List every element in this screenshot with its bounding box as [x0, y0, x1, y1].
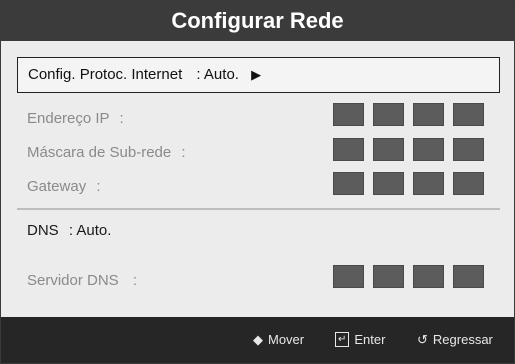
subnet-mask-row: Máscara de Sub-rede : — [27, 144, 186, 161]
dns-server-separator: : — [132, 272, 138, 289]
ip-address-field — [333, 103, 484, 126]
section-divider — [17, 208, 500, 210]
ip-address-separator: : — [119, 110, 124, 127]
subnet-mask-label: Máscara de Sub-rede — [27, 144, 172, 161]
button-guide-bar: ◆ Mover ↵ Enter ↺ Regressar — [1, 317, 514, 363]
dns-setting-label: DNS — [27, 222, 59, 239]
subnet-mask-separator: : — [181, 144, 186, 161]
ip-address-label: Endereço IP — [27, 110, 110, 127]
dns-server-octet-4 — [453, 265, 484, 288]
up-down-arrows-icon: ◆ — [253, 332, 263, 347]
dns-server-octet-2 — [373, 265, 404, 288]
gateway-field — [333, 172, 484, 195]
return-icon: ↺ — [417, 332, 428, 347]
ip-address-octet-2 — [373, 103, 404, 126]
gateway-octet-4 — [453, 172, 484, 195]
gateway-separator: : — [96, 178, 101, 195]
subnet-mask-octet-2 — [373, 138, 404, 161]
ip-address-octet-3 — [413, 103, 444, 126]
ip-address-octet-1 — [333, 103, 364, 126]
subnet-mask-octet-3 — [413, 138, 444, 161]
dialog-title: Configurar Rede — [1, 1, 514, 41]
return-hint-label: Regressar — [432, 332, 493, 347]
gateway-octet-1 — [333, 172, 364, 195]
enter-icon: ↵ — [335, 332, 350, 347]
dns-server-octet-1 — [333, 265, 364, 288]
dns-server-field — [333, 265, 484, 288]
gateway-octet-3 — [413, 172, 444, 195]
protocol-setting-text: Config. Protoc. Internet : Auto. ▶ — [28, 66, 261, 83]
dns-setting-row[interactable]: DNS : Auto. — [27, 222, 111, 239]
subnet-mask-octet-4 — [453, 138, 484, 161]
gateway-row: Gateway : — [27, 178, 101, 195]
enter-hint-label: Enter — [354, 332, 386, 347]
subnet-mask-octet-1 — [333, 138, 364, 161]
dns-server-row: Servidor DNS : — [27, 272, 137, 289]
settings-panel: Config. Protoc. Internet : Auto. ▶ Ender… — [1, 41, 514, 317]
move-hint-label: Mover — [268, 332, 305, 347]
gateway-octet-2 — [373, 172, 404, 195]
dns-server-label: Servidor DNS — [27, 272, 119, 289]
ip-address-row: Endereço IP : — [27, 110, 124, 127]
ip-address-octet-4 — [453, 103, 484, 126]
protocol-setting-value: : Auto. — [196, 66, 239, 83]
return-hint: ↺ Regressar — [417, 332, 493, 347]
dns-setting-value: : Auto. — [68, 222, 112, 239]
network-settings-dialog: Configurar Rede Config. Protoc. Internet… — [0, 0, 515, 364]
gateway-label: Gateway — [27, 178, 87, 195]
enter-hint: ↵ Enter — [335, 332, 385, 347]
dns-server-octet-3 — [413, 265, 444, 288]
subnet-mask-field — [333, 138, 484, 161]
right-triangle-icon: ▶ — [251, 67, 262, 82]
protocol-setting-label: Config. Protoc. Internet — [28, 66, 183, 83]
protocol-setting-row[interactable]: Config. Protoc. Internet : Auto. ▶ — [17, 57, 500, 93]
move-hint: ◆ Mover — [253, 332, 304, 347]
